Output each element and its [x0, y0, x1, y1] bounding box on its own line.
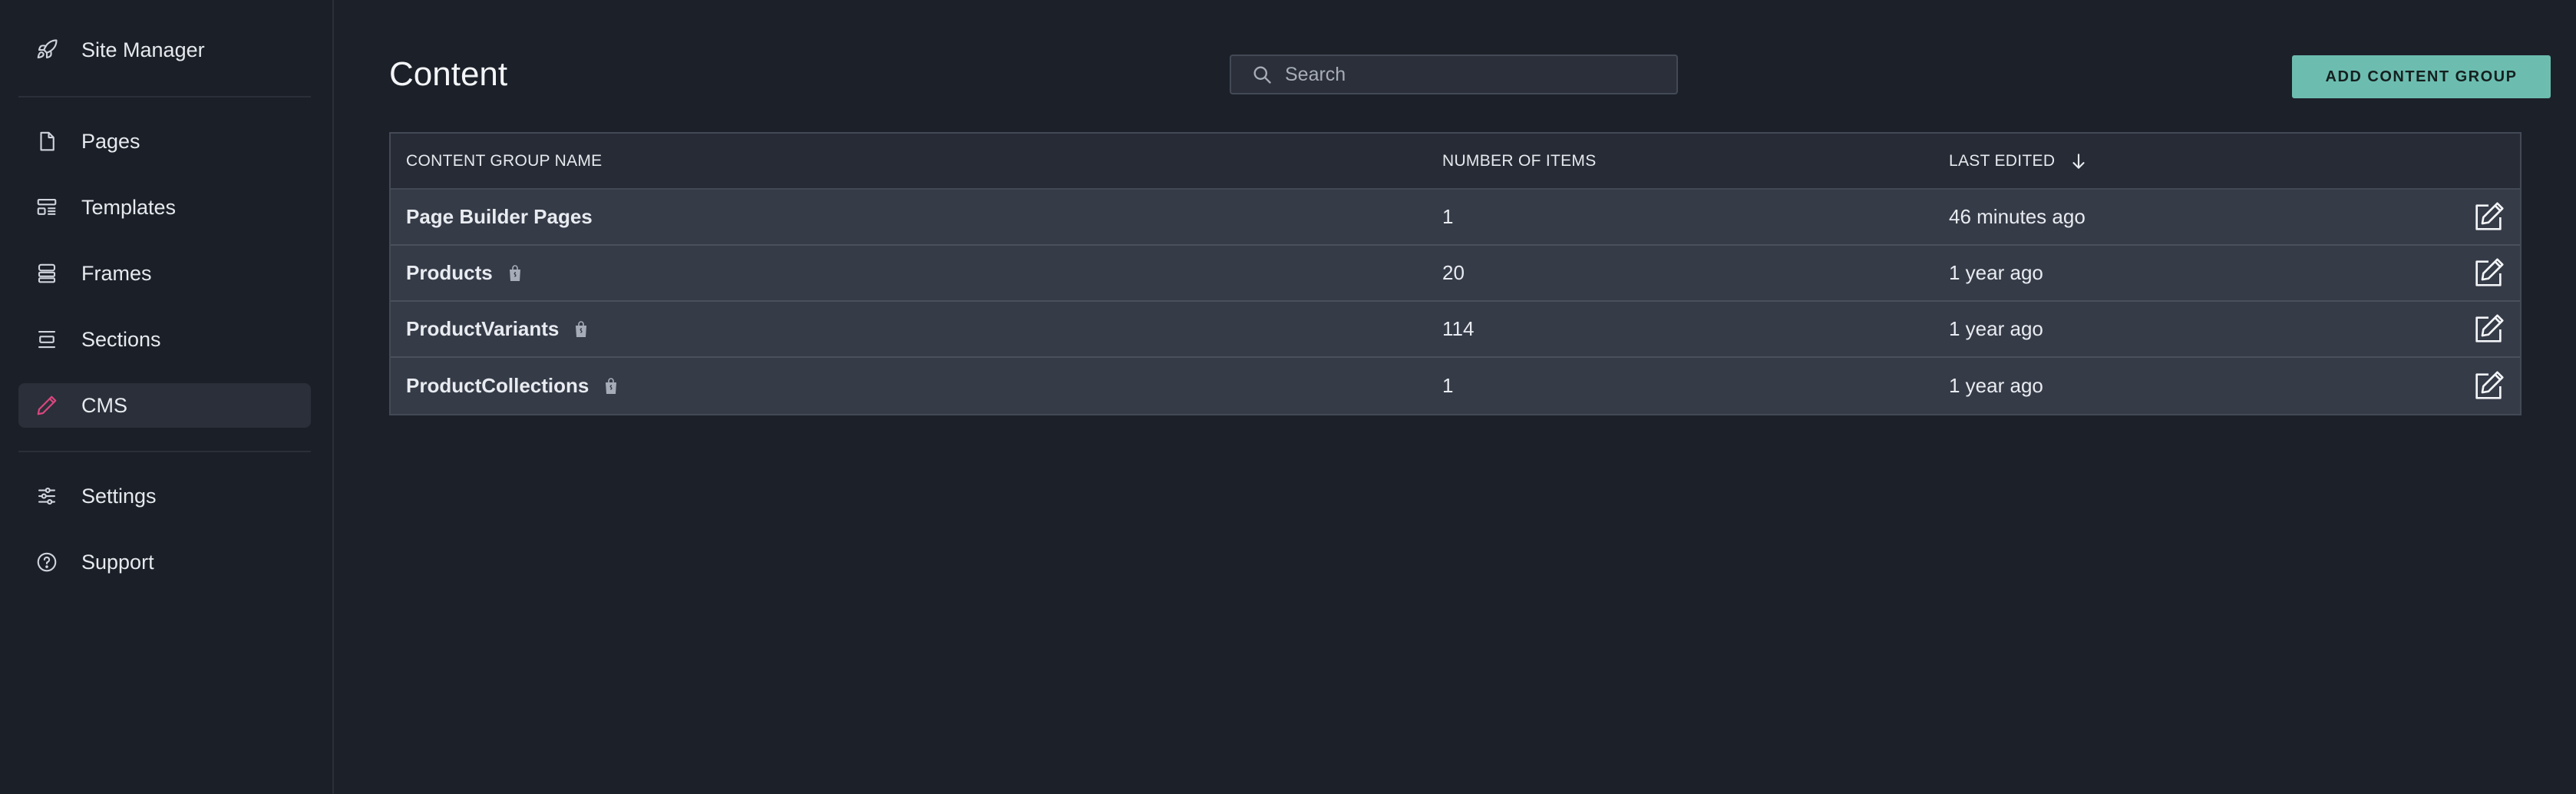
main-content: Content ADD CONTENT GROUP CONTENT GROUP … [334, 0, 2576, 794]
sidebar-item-frames[interactable]: Frames [18, 251, 311, 296]
shopify-bag-icon [573, 320, 590, 339]
column-header-label: LAST EDITED [1949, 151, 2056, 170]
table-row[interactable]: Products 20 1 year ago [391, 246, 2520, 302]
sidebar-item-label: Settings [81, 484, 157, 508]
sidebar-item-label: Frames [81, 261, 152, 285]
last-edited: 46 minutes ago [1949, 205, 2086, 228]
search-icon [1251, 64, 1283, 85]
sidebar-item-support[interactable]: Support [18, 540, 311, 584]
content-group-name[interactable]: Products [406, 261, 493, 285]
sidebar-item-label: Site Manager [81, 38, 205, 61]
last-edited: 1 year ago [1949, 374, 2043, 397]
edit-icon[interactable] [2471, 200, 2506, 235]
app-root: Site Manager Pages Templates Frames Sect… [0, 0, 2576, 794]
sections-icon [34, 326, 60, 352]
item-count: 1 [1442, 374, 1454, 397]
shopify-bag-icon [603, 377, 619, 395]
sidebar-item-label: CMS [81, 393, 127, 417]
sidebar-item-label: Pages [81, 129, 140, 153]
sidebar-item-templates[interactable]: Templates [18, 185, 311, 230]
search-box[interactable] [1230, 55, 1678, 94]
edit-icon[interactable] [2471, 256, 2506, 291]
table-row[interactable]: Page Builder Pages 1 46 minutes ago [391, 190, 2520, 246]
item-count: 20 [1442, 261, 1465, 284]
pencil-icon [34, 392, 60, 419]
table-header: CONTENT GROUP NAME NUMBER OF ITEMS LAST … [391, 134, 2520, 190]
last-edited: 1 year ago [1949, 317, 2043, 340]
sidebar-item-settings[interactable]: Settings [18, 474, 311, 518]
templates-icon [34, 194, 60, 220]
sidebar-item-site-manager[interactable]: Site Manager [18, 28, 311, 72]
sidebar-item-label: Templates [81, 195, 177, 219]
page-icon [34, 128, 60, 154]
column-header-name[interactable]: CONTENT GROUP NAME [391, 152, 1442, 170]
sidebar-item-cms[interactable]: CMS [18, 383, 311, 428]
sliders-icon [34, 483, 60, 509]
sidebar-item-sections[interactable]: Sections [18, 317, 311, 362]
edit-icon[interactable] [2471, 312, 2506, 347]
page-title: Content [389, 55, 508, 93]
frames-icon [34, 260, 60, 286]
shopify-bag-icon [507, 264, 523, 283]
sidebar-item-label: Sections [81, 327, 161, 351]
column-header-count[interactable]: NUMBER OF ITEMS [1442, 152, 1949, 170]
table-row[interactable]: ProductVariants 114 1 year ago [391, 302, 2520, 358]
column-header-last-edited[interactable]: LAST EDITED [1949, 151, 2425, 171]
sort-descending-icon[interactable] [2069, 151, 2089, 171]
search-input[interactable] [1283, 62, 1676, 87]
content-group-name[interactable]: ProductVariants [406, 317, 559, 341]
edit-icon[interactable] [2471, 369, 2506, 404]
item-count: 114 [1442, 317, 1475, 340]
sidebar: Site Manager Pages Templates Frames Sect… [0, 0, 334, 794]
sidebar-item-label: Support [81, 550, 154, 574]
rocket-icon [34, 37, 60, 63]
last-edited: 1 year ago [1949, 261, 2043, 284]
content-group-name[interactable]: ProductCollections [406, 374, 589, 398]
sidebar-item-pages[interactable]: Pages [18, 119, 311, 164]
help-icon [34, 549, 60, 575]
table-row[interactable]: ProductCollections 1 1 year ago [391, 358, 2520, 414]
add-content-group-button[interactable]: ADD CONTENT GROUP [2292, 55, 2551, 98]
content-groups-table: CONTENT GROUP NAME NUMBER OF ITEMS LAST … [389, 132, 2522, 415]
content-group-name[interactable]: Page Builder Pages [406, 205, 593, 229]
item-count: 1 [1442, 205, 1454, 228]
